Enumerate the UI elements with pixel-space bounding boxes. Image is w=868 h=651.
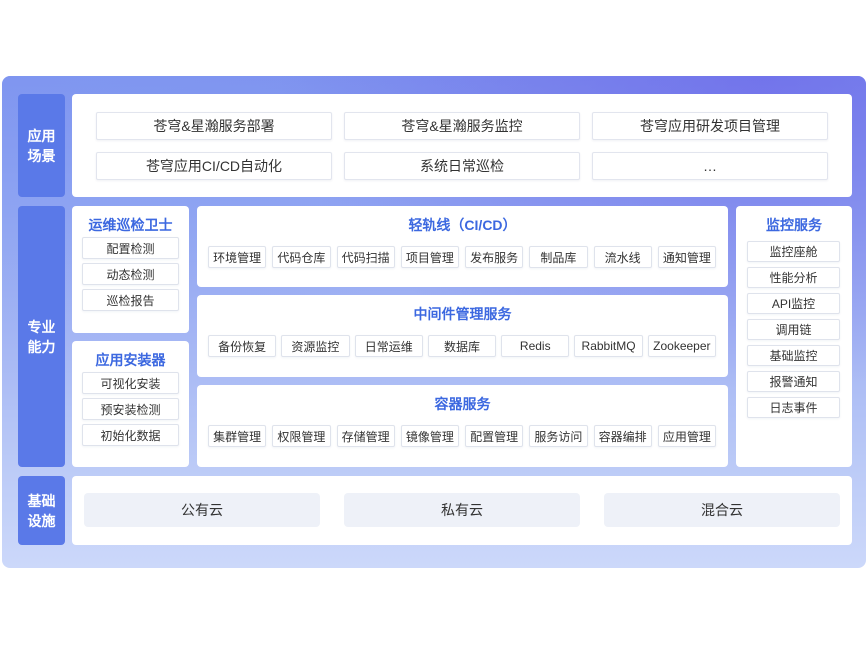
- layer-label-line: 应用: [27, 127, 56, 144]
- scenario-item: …: [592, 152, 828, 180]
- middleware-item: 资源监控: [281, 335, 350, 357]
- middleware-item: RabbitMQ: [574, 335, 643, 357]
- layer-label-infrastructure: 基础 设施: [18, 476, 65, 545]
- container-item: 权限管理: [272, 425, 331, 447]
- cicd-item: 代码扫描: [336, 246, 395, 268]
- container-item-row: 集群管理 权限管理 存储管理 镜像管理 配置管理 服务访问 容器编排 应用管理: [197, 425, 728, 447]
- monitoring-item: 报警通知: [747, 371, 840, 392]
- monitoring-item: 基础监控: [747, 345, 840, 366]
- middleware-item: 数据库: [427, 335, 497, 357]
- scenario-item: 苍穹&星瀚服务监控: [344, 112, 580, 140]
- layer-label-line: 专业: [27, 318, 56, 335]
- container-item: 集群管理: [208, 425, 267, 447]
- container-service-panel: 容器服务 集群管理 权限管理 存储管理 镜像管理 配置管理 服务访问 容器编排 …: [197, 385, 728, 467]
- monitoring-item: 监控座舱: [747, 241, 840, 262]
- monitoring-item-list: 监控座舱 性能分析 API监控 调用链 基础监控 报警通知 日志事件: [736, 241, 852, 418]
- cicd-panel: 轻轨线（CI/CD） 环境管理 代码仓库 代码扫描 项目管理 发布服务 制品库 …: [197, 206, 728, 287]
- middleware-item-row: 备份恢复 资源监控 日常运维 数据库 Redis RabbitMQ Zookee…: [197, 335, 728, 357]
- container-item: 存储管理: [336, 425, 395, 447]
- cloud-item-public: 公有云: [84, 493, 320, 527]
- monitoring-item: 性能分析: [747, 267, 840, 288]
- cicd-item: 发布服务: [465, 246, 524, 268]
- cloud-item-private: 私有云: [344, 493, 580, 527]
- container-item: 应用管理: [657, 425, 716, 447]
- layer-label-capability: 专业 能力: [18, 206, 65, 467]
- infrastructure-panel: 公有云 私有云 混合云: [72, 476, 852, 545]
- inspection-item: 巡检报告: [82, 289, 179, 311]
- container-item: 配置管理: [465, 425, 524, 447]
- scenario-item: 苍穹&星瀚服务部署: [96, 112, 332, 140]
- inspection-item: 配置检测: [82, 237, 179, 259]
- middleware-item: Redis: [501, 335, 570, 357]
- cicd-item: 项目管理: [400, 246, 459, 268]
- application-scenarios-panel: 苍穹&星瀚服务部署 苍穹&星瀚服务监控 苍穹应用研发项目管理 苍穹应用CI/CD…: [72, 94, 852, 197]
- app-installer-panel: 应用安装器 可视化安装 预安装检测 初始化数据: [72, 341, 189, 467]
- middleware-item: 日常运维: [354, 335, 423, 357]
- container-item: 容器编排: [593, 425, 652, 447]
- layer-label-line: 设施: [27, 512, 56, 529]
- scenario-item: 苍穹应用CI/CD自动化: [96, 152, 332, 180]
- installer-item: 可视化安装: [82, 372, 179, 394]
- architecture-frame: 应用 场景 苍穹&星瀚服务部署 苍穹&星瀚服务监控 苍穹应用研发项目管理 苍穹应…: [2, 76, 866, 568]
- monitoring-item: 日志事件: [747, 397, 840, 418]
- middleware-title: 中间件管理服务: [413, 306, 512, 322]
- inspection-item: 动态检测: [82, 263, 179, 285]
- scenario-item: 系统日常巡检: [344, 152, 580, 180]
- container-item: 镜像管理: [400, 425, 459, 447]
- cicd-title: 轻轨线（CI/CD）: [408, 217, 517, 233]
- cicd-item-row: 环境管理 代码仓库 代码扫描 项目管理 发布服务 制品库 流水线 通知管理: [197, 246, 728, 268]
- middleware-item: 备份恢复: [208, 335, 277, 357]
- scenario-item: 苍穹应用研发项目管理: [592, 112, 828, 140]
- cicd-item: 代码仓库: [272, 246, 331, 268]
- layer-label-line: 能力: [27, 338, 56, 355]
- inspection-guard-panel: 运维巡检卫士 配置检测 动态检测 巡检报告: [72, 206, 189, 333]
- monitoring-service-panel: 监控服务 监控座舱 性能分析 API监控 调用链 基础监控 报警通知 日志事件: [736, 206, 852, 467]
- layer-label-line: 场景: [27, 147, 56, 164]
- app-installer-title: 应用安装器: [95, 352, 166, 368]
- inspection-guard-list: 配置检测 动态检测 巡检报告: [72, 237, 189, 311]
- container-service-title: 容器服务: [434, 396, 491, 412]
- monitoring-service-title: 监控服务: [766, 217, 822, 233]
- cicd-item: 环境管理: [208, 246, 267, 268]
- monitoring-item: API监控: [747, 293, 840, 314]
- cloud-item-hybrid: 混合云: [604, 493, 840, 527]
- container-item: 服务访问: [529, 425, 588, 447]
- middleware-panel: 中间件管理服务 备份恢复 资源监控 日常运维 数据库 Redis RabbitM…: [197, 295, 728, 377]
- cicd-item: 制品库: [529, 246, 588, 268]
- installer-item: 初始化数据: [82, 424, 179, 446]
- middleware-item: Zookeeper: [647, 335, 716, 357]
- cicd-item: 通知管理: [657, 246, 716, 268]
- monitoring-item: 调用链: [747, 319, 840, 340]
- cicd-item: 流水线: [593, 246, 652, 268]
- inspection-guard-title: 运维巡检卫士: [88, 217, 173, 233]
- layer-label-application: 应用 场景: [18, 94, 65, 197]
- installer-item: 预安装检测: [82, 398, 179, 420]
- app-installer-list: 可视化安装 预安装检测 初始化数据: [72, 372, 189, 446]
- layer-label-line: 基础: [27, 492, 56, 509]
